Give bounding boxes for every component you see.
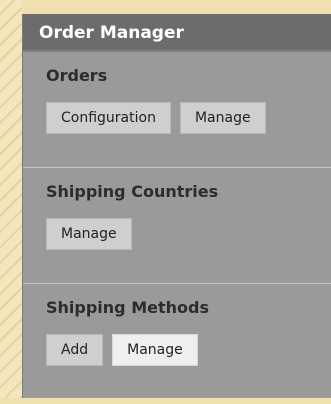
section-title-shipping-countries: Shipping Countries [46, 182, 219, 201]
section-orders: Orders Configuration Manage [23, 52, 331, 168]
section-shipping-countries: Shipping Countries Manage [23, 168, 331, 284]
background-stripe [0, 0, 22, 398]
panel-title: Order Manager [23, 16, 331, 52]
section-title-shipping-methods: Shipping Methods [46, 298, 209, 317]
orders-manage-button[interactable]: Manage [179, 102, 266, 134]
orders-configuration-button[interactable]: Configuration [46, 102, 171, 134]
order-manager-panel: Order Manager Orders Configuration Manag… [22, 14, 331, 398]
shipping-countries-manage-button[interactable]: Manage [46, 218, 132, 250]
shipping-methods-add-button[interactable]: Add [46, 334, 104, 366]
section-title-orders: Orders [46, 66, 108, 85]
shipping-methods-manage-button[interactable]: Manage [112, 334, 198, 366]
section-shipping-methods: Shipping Methods Add Manage [23, 284, 331, 404]
